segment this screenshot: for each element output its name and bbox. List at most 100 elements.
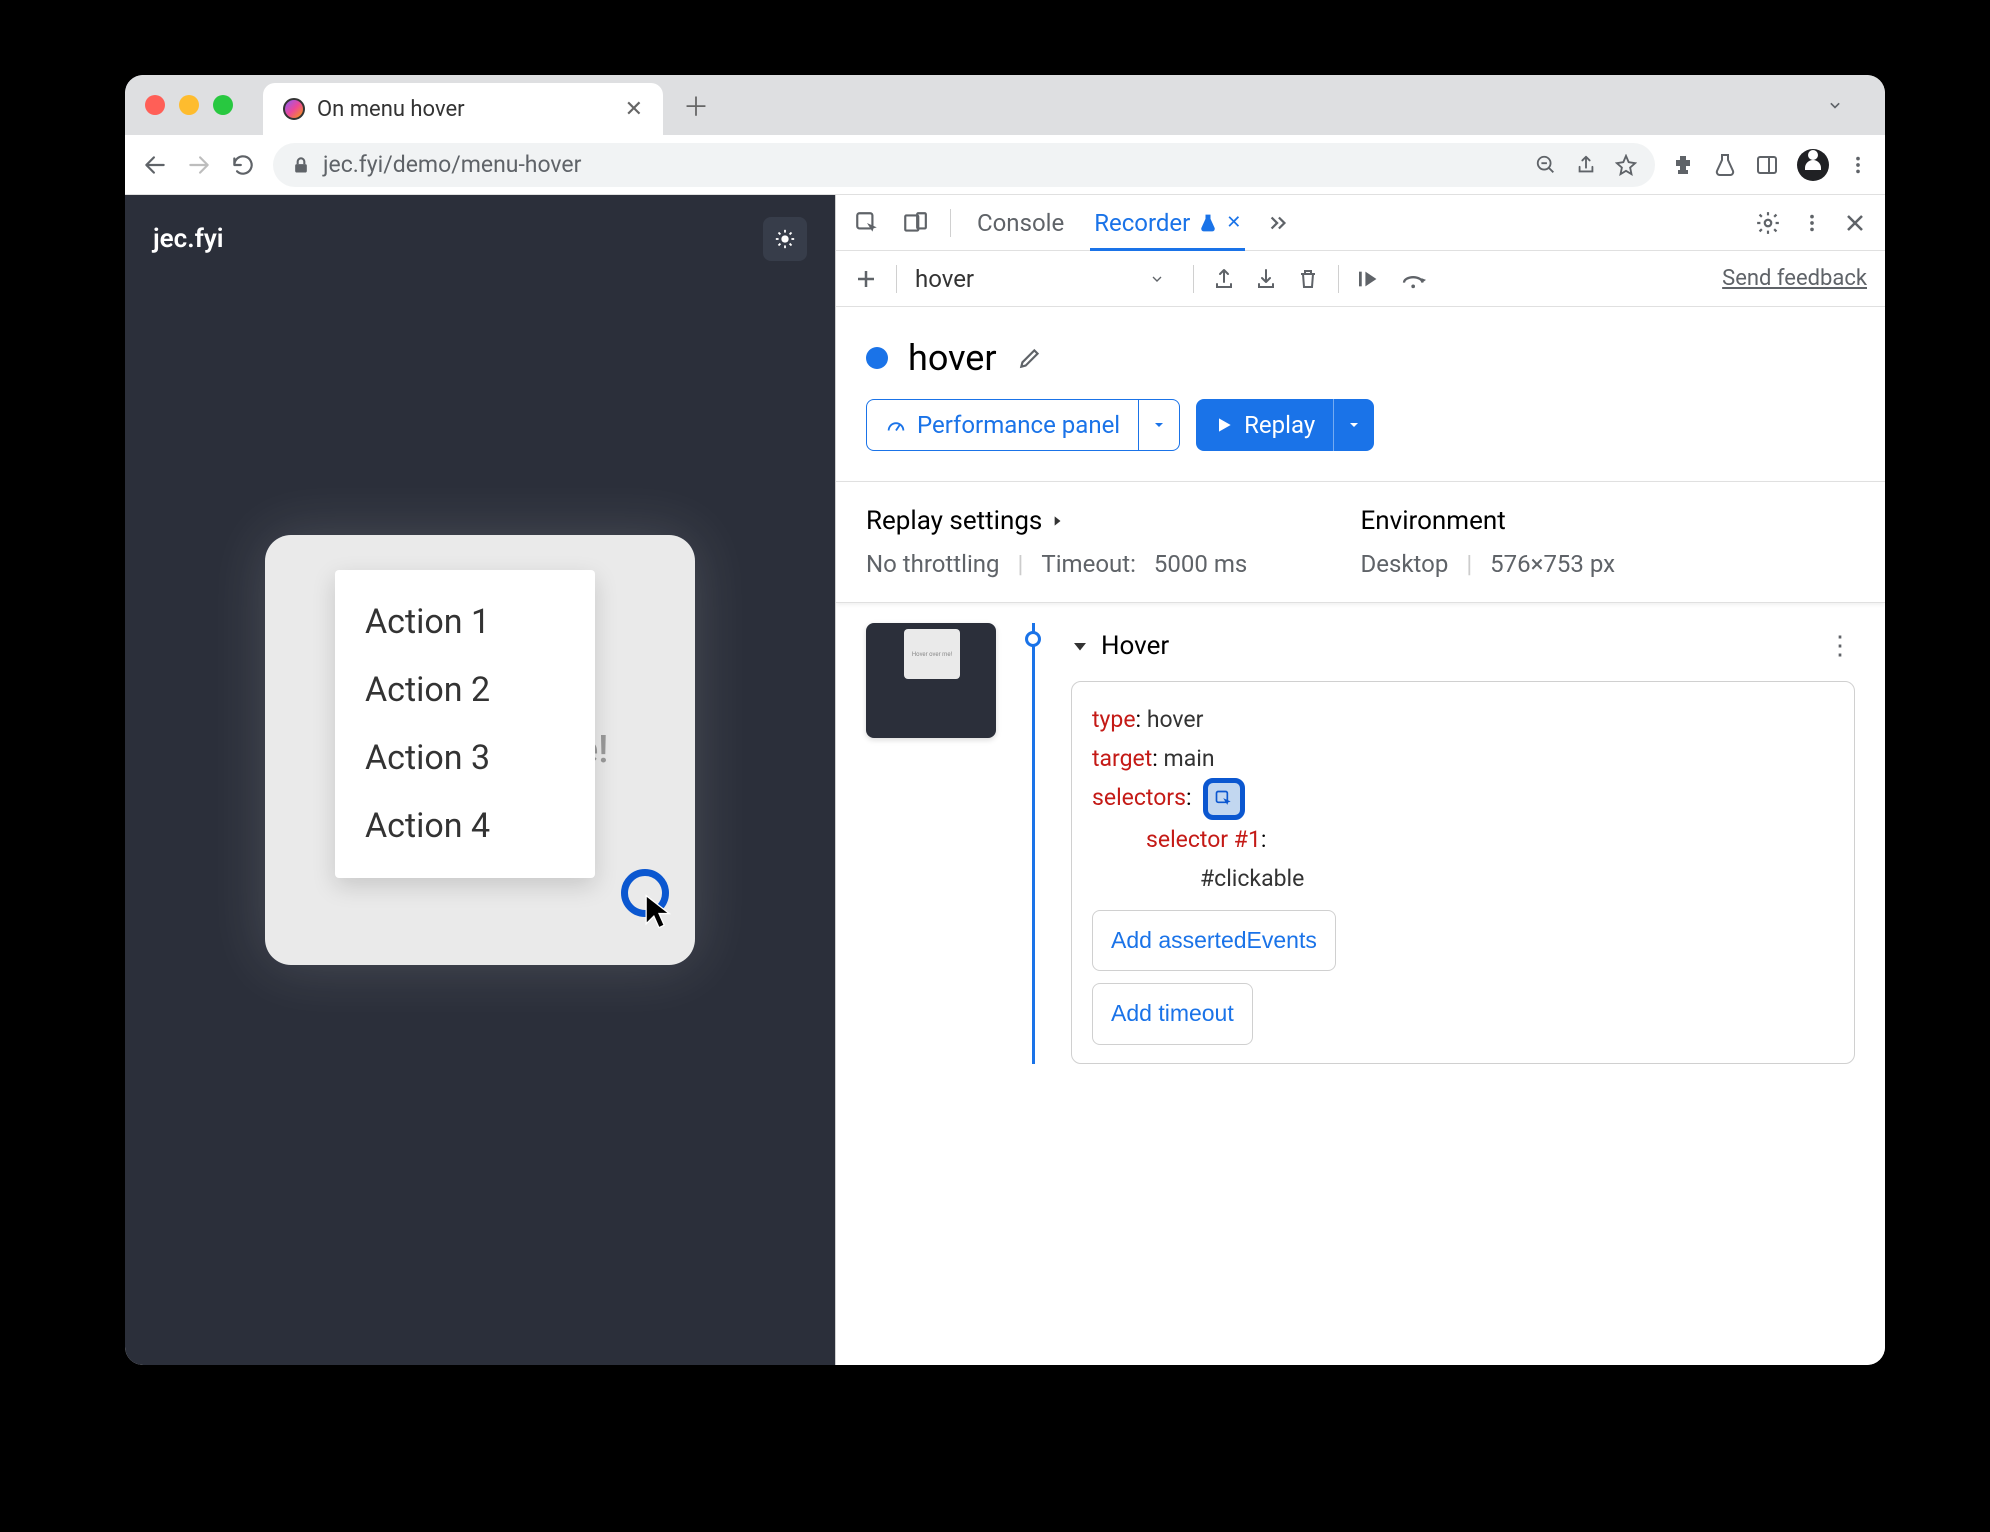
share-icon[interactable] bbox=[1575, 154, 1597, 176]
recorder-body: hover Performance panel bbox=[836, 307, 1885, 1365]
close-devtools-icon[interactable] bbox=[1843, 211, 1867, 235]
maximize-window-button[interactable] bbox=[213, 95, 233, 115]
tab-console[interactable]: Console bbox=[973, 195, 1068, 251]
device-icon[interactable] bbox=[902, 210, 928, 236]
tab-recorder[interactable]: Recorder ✕ bbox=[1090, 195, 1245, 251]
extensions-icon[interactable] bbox=[1671, 153, 1695, 177]
site-title: jec.fyi bbox=[153, 224, 223, 254]
performance-dropdown-button[interactable] bbox=[1139, 399, 1180, 451]
env-device: Desktop bbox=[1361, 550, 1449, 578]
replay-label: Replay bbox=[1244, 411, 1315, 439]
devtools-pane: Console Recorder ✕ hover bbox=[835, 195, 1885, 1365]
profile-avatar[interactable] bbox=[1797, 149, 1829, 181]
recording-name: hover bbox=[908, 337, 997, 379]
address-bar-icons bbox=[1535, 154, 1637, 176]
performance-panel-group: Performance panel bbox=[866, 399, 1180, 451]
environment-label: Environment bbox=[1361, 506, 1856, 536]
title-bar: On menu hover ✕ ＋ bbox=[125, 75, 1885, 135]
replay-button[interactable]: Replay bbox=[1196, 399, 1333, 451]
settings-icon[interactable] bbox=[1755, 210, 1781, 236]
replay-settings-toggle[interactable]: Replay settings bbox=[866, 506, 1361, 536]
hover-menu: Action 1 Action 2 Action 3 Action 4 bbox=[335, 570, 595, 878]
new-tab-button[interactable]: ＋ bbox=[683, 87, 709, 124]
zoom-icon[interactable] bbox=[1535, 154, 1557, 176]
forward-button[interactable] bbox=[185, 151, 213, 179]
prop-selector-label: selector #1 bbox=[1146, 826, 1261, 853]
step-body: type: hover target: main selectors: sele… bbox=[1071, 681, 1855, 1064]
recorder-toolbar: hover Send feedback bbox=[836, 251, 1885, 307]
environment-col: Environment Desktop | 576×753 px bbox=[1361, 506, 1856, 578]
step-name: Hover bbox=[1101, 631, 1169, 661]
timeout-label: Timeout: bbox=[1041, 550, 1136, 578]
pick-selector-button[interactable] bbox=[1203, 778, 1245, 820]
replay-settings-col: Replay settings No throttling | Timeout:… bbox=[866, 506, 1361, 578]
tab-recorder-label: Recorder bbox=[1094, 209, 1190, 237]
content-area: jec.fyi Hover over me! Action 1 Action 2… bbox=[125, 195, 1885, 1365]
toolbar-icons bbox=[1671, 149, 1869, 181]
page-pane: jec.fyi Hover over me! Action 1 Action 2… bbox=[125, 195, 835, 1365]
prop-type-val[interactable]: hover bbox=[1147, 706, 1204, 733]
reload-button[interactable] bbox=[229, 151, 257, 179]
chevron-down-icon bbox=[1071, 637, 1089, 655]
throttling-value: No throttling bbox=[866, 550, 1000, 578]
timeline-node-icon bbox=[1025, 631, 1041, 647]
theme-toggle-button[interactable] bbox=[763, 217, 807, 261]
menu-icon[interactable] bbox=[1847, 154, 1869, 176]
add-recording-button[interactable] bbox=[854, 267, 878, 291]
chevron-right-icon bbox=[1050, 514, 1064, 528]
step-thumbnail[interactable]: Hover over me! bbox=[866, 623, 996, 738]
prop-target-key: target bbox=[1092, 745, 1152, 772]
browser-toolbar: jec.fyi/demo/menu-hover bbox=[125, 135, 1885, 195]
timeout-value: 5000 ms bbox=[1154, 550, 1247, 578]
replay-settings-label: Replay settings bbox=[866, 506, 1042, 536]
flask-icon bbox=[1198, 213, 1218, 233]
tab-title: On menu hover bbox=[317, 97, 613, 122]
step-play-icon[interactable] bbox=[1357, 268, 1383, 290]
menu-item[interactable]: Action 1 bbox=[335, 588, 595, 656]
prop-selector-val[interactable]: #clickable bbox=[1200, 865, 1304, 892]
replay-group: Replay bbox=[1196, 399, 1374, 451]
url-text: jec.fyi/demo/menu-hover bbox=[323, 151, 1523, 178]
lock-icon bbox=[291, 155, 311, 175]
menu-item[interactable]: Action 2 bbox=[335, 656, 595, 724]
browser-tab[interactable]: On menu hover ✕ bbox=[263, 83, 663, 135]
performance-panel-button[interactable]: Performance panel bbox=[866, 399, 1139, 451]
prop-target-val[interactable]: main bbox=[1164, 745, 1215, 772]
minimize-window-button[interactable] bbox=[179, 95, 199, 115]
import-icon[interactable] bbox=[1254, 267, 1278, 291]
play-icon bbox=[1214, 415, 1234, 435]
step-header[interactable]: Hover ⋮ bbox=[1071, 623, 1855, 681]
send-feedback-link[interactable]: Send feedback bbox=[1722, 266, 1867, 291]
close-window-button[interactable] bbox=[145, 95, 165, 115]
action-buttons: Performance panel Replay bbox=[836, 399, 1885, 481]
menu-item[interactable]: Action 4 bbox=[335, 792, 595, 860]
step-more-button[interactable]: ⋮ bbox=[1827, 631, 1855, 661]
recording-select-value: hover bbox=[915, 265, 974, 293]
inspect-icon[interactable] bbox=[854, 210, 880, 236]
address-bar[interactable]: jec.fyi/demo/menu-hover bbox=[273, 143, 1655, 187]
edit-name-button[interactable] bbox=[1017, 345, 1043, 371]
tabs-dropdown-button[interactable] bbox=[1825, 95, 1845, 115]
recording-header: hover bbox=[836, 307, 1885, 399]
add-timeout-button[interactable]: Add timeout bbox=[1092, 983, 1253, 1044]
labs-icon[interactable] bbox=[1713, 153, 1737, 177]
back-button[interactable] bbox=[141, 151, 169, 179]
replay-dropdown-button[interactable] bbox=[1333, 399, 1374, 451]
timeline-line bbox=[1032, 623, 1035, 1064]
step-over-icon[interactable] bbox=[1401, 268, 1429, 290]
more-tabs-icon[interactable] bbox=[1267, 212, 1289, 234]
delete-icon[interactable] bbox=[1296, 267, 1320, 291]
panel-icon[interactable] bbox=[1755, 153, 1779, 177]
export-icon[interactable] bbox=[1212, 267, 1236, 291]
prop-type-key: type bbox=[1092, 706, 1136, 733]
kebab-icon[interactable] bbox=[1801, 212, 1823, 234]
menu-item[interactable]: Action 3 bbox=[335, 724, 595, 792]
close-tab-recorder[interactable]: ✕ bbox=[1226, 212, 1241, 233]
devtools-tab-bar: Console Recorder ✕ bbox=[836, 195, 1885, 251]
bookmark-icon[interactable] bbox=[1615, 154, 1637, 176]
settings-row: Replay settings No throttling | Timeout:… bbox=[836, 481, 1885, 603]
close-tab-button[interactable]: ✕ bbox=[625, 97, 643, 122]
performance-panel-label: Performance panel bbox=[917, 411, 1120, 439]
recording-select[interactable]: hover bbox=[915, 265, 1175, 293]
add-asserted-events-button[interactable]: Add assertedEvents bbox=[1092, 910, 1336, 971]
